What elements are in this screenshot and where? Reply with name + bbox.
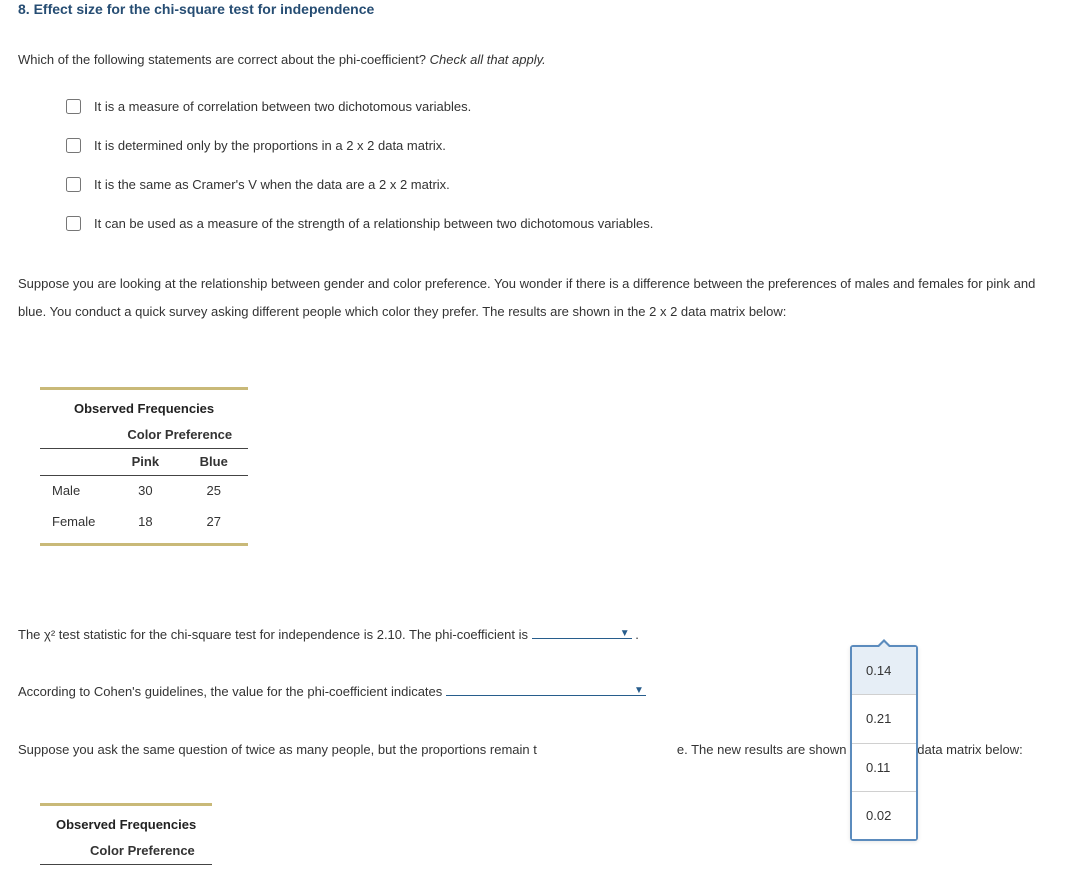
option-3: It is the same as Cramer's V when the da… <box>62 174 1059 195</box>
dropdown-option-2[interactable]: 0.21 <box>852 695 916 743</box>
option-2-checkbox[interactable] <box>66 138 81 153</box>
answer-options: It is a measure of correlation between t… <box>62 96 1059 234</box>
table1-subtitle: Color Preference <box>111 422 248 449</box>
chevron-down-icon[interactable]: ▼ <box>620 623 630 644</box>
observed-frequencies-table-2: Observed Frequencies Color Preference <box>40 803 212 865</box>
table1-col-blue: Blue <box>179 449 248 476</box>
sentence-2a: According to Cohen's guidelines, the val… <box>18 684 446 699</box>
option-4-checkbox[interactable] <box>66 216 81 231</box>
option-4: It can be used as a measure of the stren… <box>62 213 1059 234</box>
table2-title: Observed Frequencies <box>40 806 212 838</box>
cohen-guideline-blank[interactable]: ▼ <box>446 682 646 696</box>
observed-frequencies-table-1: Observed Frequencies Color Preference Pi… <box>40 387 248 546</box>
option-1-checkbox[interactable] <box>66 99 81 114</box>
option-2: It is determined only by the proportions… <box>62 135 1059 156</box>
chevron-down-icon[interactable]: ▼ <box>634 680 644 701</box>
option-1-label: It is a measure of correlation between t… <box>94 97 471 117</box>
scenario-text: Suppose you are looking at the relations… <box>18 270 1059 325</box>
phi-coefficient-blank[interactable]: ▼ <box>532 625 632 639</box>
option-3-checkbox[interactable] <box>66 177 81 192</box>
question-title: 8. Effect size for the chi-square test f… <box>18 0 1059 20</box>
table2-subtitle: Color Preference <box>73 838 213 865</box>
option-4-label: It can be used as a measure of the stren… <box>94 214 653 234</box>
dropdown-option-1[interactable]: 0.14 <box>852 647 916 695</box>
option-1: It is a measure of correlation between t… <box>62 96 1059 117</box>
table1-male-pink: 30 <box>111 476 179 507</box>
table1-col-pink: Pink <box>111 449 179 476</box>
sentence-1b: . <box>632 627 639 642</box>
table1-row-female: Female <box>40 507 111 543</box>
table1-female-blue: 27 <box>179 507 248 543</box>
option-3-label: It is the same as Cramer's V when the da… <box>94 175 450 195</box>
sentence-3a: Suppose you ask the same question of twi… <box>18 742 537 757</box>
question-prompt: Which of the following statements are co… <box>18 48 1059 73</box>
sentence-1: The χ² test statistic for the chi-square… <box>18 621 1059 648</box>
table1-title: Observed Frequencies <box>40 390 248 422</box>
sentence-1a: The χ² test statistic for the chi-square… <box>18 627 532 642</box>
table1-male-blue: 25 <box>179 476 248 507</box>
prompt-lead: Which of the following statements are co… <box>18 52 430 67</box>
prompt-instruction: Check all that apply. <box>430 52 546 67</box>
table1-female-pink: 18 <box>111 507 179 543</box>
dropdown-option-3[interactable]: 0.11 <box>852 744 916 792</box>
option-2-label: It is determined only by the proportions… <box>94 136 446 156</box>
dropdown-option-4[interactable]: 0.02 <box>852 792 916 839</box>
phi-coefficient-dropdown: 0.14 0.21 0.11 0.02 <box>850 645 918 841</box>
fill-in-section: The χ² test statistic for the chi-square… <box>18 621 1059 763</box>
table1-row-male: Male <box>40 476 111 507</box>
